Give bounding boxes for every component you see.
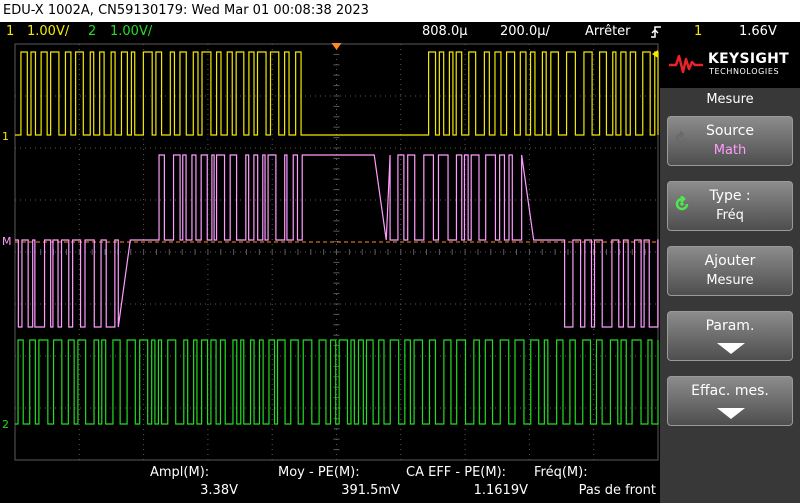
softkey-panel: KEYSIGHT TECHNOLOGIES Mesure Source Math… bbox=[660, 42, 800, 503]
trigger-source[interactable]: 1 bbox=[694, 22, 702, 42]
clear-label: Effac. mes. bbox=[691, 383, 769, 399]
keysight-wave-icon bbox=[669, 54, 703, 74]
measurement-bar: Ampl(M): 3.38V Moy - PE(M): 391.5mV CA E… bbox=[0, 462, 660, 503]
ch2-scale[interactable]: 1.00V/ bbox=[110, 22, 152, 42]
settings-button[interactable]: Param. bbox=[667, 311, 793, 361]
timebase-scale[interactable]: 200.0µ/ bbox=[500, 22, 550, 42]
add-label-1: Ajouter bbox=[704, 253, 756, 269]
source-value: Math bbox=[713, 143, 747, 158]
measurement-value: Pas de front bbox=[578, 483, 656, 498]
clear-measurements-button[interactable]: Effac. mes. bbox=[667, 376, 793, 426]
type-value: Fréq bbox=[716, 208, 744, 223]
type-button[interactable]: Type : Fréq bbox=[667, 181, 793, 231]
measurement-frequency[interactable]: Fréq(M): Pas de front bbox=[532, 462, 660, 503]
source-button[interactable]: Source Math bbox=[667, 116, 793, 166]
brand-sub: TECHNOLOGIES bbox=[709, 67, 780, 76]
chevron-down-icon bbox=[717, 343, 745, 354]
ch1-ground-marker: 1 bbox=[2, 130, 9, 143]
chevron-down-icon bbox=[717, 408, 745, 419]
ch2-number[interactable]: 2 bbox=[88, 22, 96, 42]
add-label-2: Mesure bbox=[706, 273, 754, 288]
source-label: Source bbox=[705, 123, 755, 139]
keysight-logo: KEYSIGHT TECHNOLOGIES bbox=[660, 42, 800, 88]
measurement-label: Moy - PE(M): bbox=[278, 465, 360, 480]
run-state[interactable]: Arrêter bbox=[585, 22, 631, 42]
trigger-position-marker bbox=[331, 43, 342, 50]
math-ground-marker: M bbox=[2, 235, 12, 248]
measurement-amplitude[interactable]: Ampl(M): 3.38V bbox=[146, 462, 242, 503]
measurement-label: Fréq(M): bbox=[534, 465, 588, 480]
measurement-label: Ampl(M): bbox=[150, 465, 210, 480]
window-title: EDU-X 1002A, CN59130179: Wed Mar 01 00:0… bbox=[0, 0, 800, 22]
ch1-number[interactable]: 1 bbox=[6, 22, 14, 42]
measurement-mean[interactable]: Moy - PE(M): 391.5mV bbox=[274, 462, 404, 503]
measurement-value: 391.5mV bbox=[341, 483, 400, 498]
measurement-value: 1.1619V bbox=[473, 483, 528, 498]
ch2-ground-marker: 2 bbox=[2, 418, 9, 431]
brand-name: KEYSIGHT bbox=[708, 51, 789, 67]
timebase-position[interactable]: 808.0µ bbox=[422, 22, 468, 42]
type-label: Type : bbox=[709, 188, 751, 204]
status-bar: 1 1.00V/ 2 1.00V/ 808.0µ 200.0µ/ Arrêter… bbox=[0, 22, 800, 42]
add-measurement-button[interactable]: Ajouter Mesure bbox=[667, 246, 793, 296]
settings-label: Param. bbox=[705, 318, 755, 334]
ch1-scale[interactable]: 1.00V/ bbox=[27, 22, 69, 42]
measurement-label: CA EFF - PE(M): bbox=[406, 465, 507, 480]
menu-title: Mesure bbox=[706, 92, 754, 107]
ch2-trace bbox=[15, 339, 659, 425]
waveform-display[interactable]: 1 M 2 bbox=[0, 42, 660, 462]
measurement-value: 3.38V bbox=[200, 483, 238, 498]
trigger-level[interactable]: 1.66V bbox=[739, 22, 777, 42]
math-trace bbox=[15, 154, 659, 328]
measurement-rms[interactable]: CA EFF - PE(M): 1.1619V bbox=[404, 462, 532, 503]
